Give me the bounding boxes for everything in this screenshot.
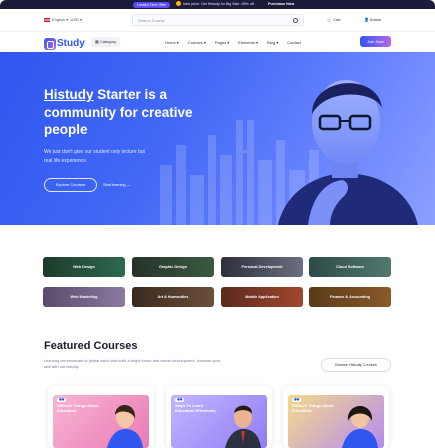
promo-message-text: Intro price. Get Histudy for Big Sale -9… [183,2,255,6]
main-nav: Study ▦ Category Home ▾ Courses ▾ Pages … [0,32,435,52]
nav-menu: Home ▾ Courses ▾ Pages ▾ Elements ▾ Blog… [165,32,301,52]
cart-link[interactable]: 🛒 Cart [327,17,341,22]
nav-item-blog[interactable]: Blog ▾ [267,40,278,45]
language-selector[interactable]: English ▾ USD ▾ [44,17,82,22]
purchase-now-link[interactable]: Purchase Now [268,0,294,9]
course-card[interactable]: ⬤⬤ Difficult Things About Education. [48,386,154,448]
category-label: Web Design [73,265,95,269]
category-tile-cloud-software[interactable]: Cloud Software [309,257,391,277]
nav-item-elements[interactable]: Elements ▾ [238,40,258,45]
search-placeholder: Search Course [138,18,165,23]
course-thumbnail: ⬤⬤ Ways To Learn Education Effectively. [171,395,267,448]
nav-item-home[interactable]: Home ▾ [165,40,179,45]
category-label: Finance & Accounting [330,295,370,299]
hero-title-highlight: Histudy [44,87,94,102]
currency-label[interactable]: USD [70,17,78,22]
category-tile-web-design[interactable]: Web Design [43,257,125,277]
category-tile-art-humanities[interactable]: Art & Humanities [132,287,214,307]
instructor-photo [342,406,378,448]
course-tag-pill: ⬤⬤ [175,398,185,402]
hero-portrait-image [278,80,418,225]
hero-title: Histudy Starter is a community for creat… [44,86,194,139]
start-learning-label: Start learning [103,183,126,187]
instructor-photo [225,405,261,448]
course-card[interactable]: ⬤⬤ Difficult Things About Education. [283,386,389,448]
account-label: Admin [369,17,382,22]
browse-courses-button[interactable]: Browse Histudy Courses [321,358,391,372]
category-tile-personal-development[interactable]: Personal Development [221,257,303,277]
category-tile-finance-accounting[interactable]: Finance & Accounting [309,287,391,307]
join-now-button[interactable]: Join Now [360,36,391,47]
course-thumbnail-title: Difficult Things About Education. [57,403,99,413]
course-thumbnail: ⬤⬤ Difficult Things About Education. [288,395,384,448]
category-tile-web-marketing[interactable]: Web Marketing [43,287,125,307]
hero-subtitle: We just don't give our student only lect… [44,149,145,164]
utility-bar: English ▾ USD ▾ Search Course 🛒 Cart 👤 A… [0,9,435,32]
hero-banner: Histudy Starter is a community for creat… [0,52,435,225]
course-tag-pill: ⬤⬤ [292,398,302,402]
course-thumbnail-title: Difficult Things About Education. [292,403,334,413]
course-card[interactable]: ⬤⬤ Ways To Learn Education Effectively. [166,386,272,448]
cart-icon: 🛒 [327,17,332,22]
logo-mark-icon [44,37,56,50]
language-label: English [52,17,66,22]
featured-courses-subtitle: Learning communicate to global world and… [44,358,221,369]
explore-courses-button[interactable]: Explore Courses [44,178,97,192]
search-icon[interactable] [293,18,298,23]
promo-bar: Limited Time Offer Intro price. Get Hist… [0,0,435,9]
instructor-photo [107,404,143,448]
course-tag-pill: ⬤⬤ [57,398,67,402]
category-label: Art & Humanities [157,295,189,299]
promo-message: Intro price. Get Histudy for Big Sale -9… [176,0,255,9]
user-icon: 👤 [364,17,369,22]
category-label: Mobile Application [245,295,279,299]
logo[interactable]: Study [44,35,85,50]
nav-item-pages[interactable]: Pages ▾ [215,40,229,45]
category-label: Personal Development [241,265,283,269]
category-tile-mobile-application[interactable]: Mobile Application [221,287,303,307]
nav-item-contact[interactable]: Contact [287,40,301,45]
flag-icon [44,17,50,22]
category-label: Category [99,39,117,44]
category-label: Web Marketing [70,295,98,299]
account-link[interactable]: 👤 Admin [364,17,381,22]
category-button[interactable]: ▦ Category [91,37,121,47]
category-tile-graphic-design[interactable]: Graphic Design [132,257,214,277]
logo-text: Study [57,38,85,50]
nav-item-courses[interactable]: Courses ▾ [188,40,206,45]
category-label: Cloud Software [336,265,364,269]
cart-label: Cart [333,17,341,22]
category-label: Graphic Design [158,265,188,269]
course-thumbnail-title: Ways To Learn Education Effectively. [175,403,217,413]
gift-icon [176,1,181,6]
course-thumbnail: ⬤⬤ Difficult Things About Education. [53,395,149,448]
promo-tag: Limited Time Offer [133,1,171,8]
search-input[interactable]: Search Course [132,14,304,26]
start-learning-link[interactable]: Start learning → [103,178,130,192]
featured-courses-title: Featured Courses [44,340,138,352]
